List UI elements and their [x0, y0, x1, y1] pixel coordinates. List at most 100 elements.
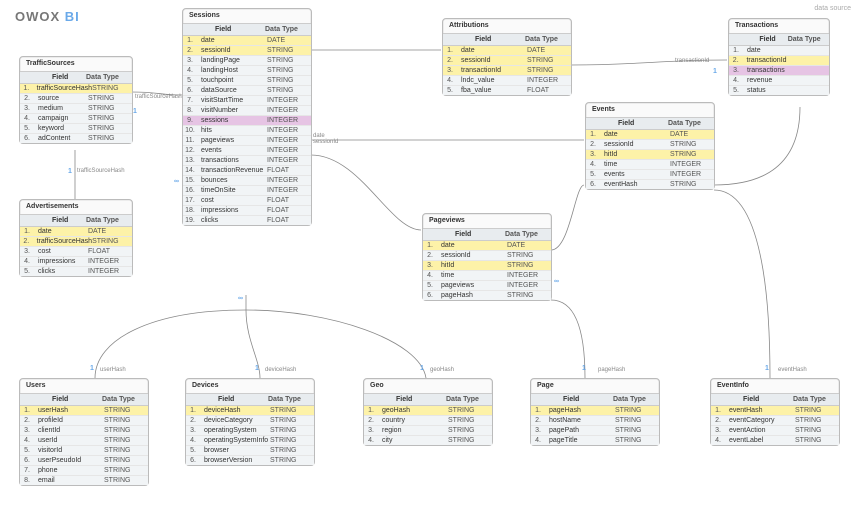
table-row[interactable]: 2.sessionIdSTRING [586, 140, 714, 150]
table-row[interactable]: 4.userIdSTRING [20, 436, 148, 446]
entity-geo[interactable]: GeoFieldData Type1.geoHashSTRING2.countr… [363, 378, 493, 446]
row-field: transactions [197, 157, 267, 164]
table-row[interactable]: 1.dateDATE [586, 130, 714, 140]
table-row[interactable]: 4.operatingSystemInfoSTRING [186, 436, 314, 446]
table-row[interactable]: 1.eventHashSTRING [711, 406, 839, 416]
table-row[interactable]: 4.eventLabelSTRING [711, 436, 839, 445]
table-row[interactable]: 11.pageviewsINTEGER [183, 136, 311, 146]
table-row[interactable]: 2.eventCategorySTRING [711, 416, 839, 426]
table-row[interactable]: 17.costFLOAT [183, 196, 311, 206]
table-row[interactable]: 5.browserSTRING [186, 446, 314, 456]
entity-transactions[interactable]: TransactionsFieldData Type1.date2.transa… [728, 18, 830, 96]
table-row[interactable]: 1.dateDATE [423, 241, 551, 251]
table-row[interactable]: 2.transactionId [729, 56, 829, 66]
entity-devices[interactable]: DevicesFieldData Type1.deviceHashSTRING2… [185, 378, 315, 466]
entity-eventinfo[interactable]: EventInfoFieldData Type1.eventHashSTRING… [710, 378, 840, 446]
table-row[interactable]: 5.visitorIdSTRING [20, 446, 148, 456]
table-row[interactable]: 1.deviceHashSTRING [186, 406, 314, 416]
table-row[interactable]: 1.userHashSTRING [20, 406, 148, 416]
table-row[interactable]: 9.sessionsINTEGER [183, 116, 311, 126]
table-row[interactable]: 7.visitStartTimeINTEGER [183, 96, 311, 106]
table-row[interactable]: 1.dateDATE [443, 46, 571, 56]
entity-trafficsources[interactable]: TrafficSourcesFieldData Type1.trafficSou… [19, 56, 133, 144]
table-row[interactable]: 6.browserVersionSTRING [186, 456, 314, 465]
table-row[interactable]: 3.clientIdSTRING [20, 426, 148, 436]
table-row[interactable]: 12.eventsINTEGER [183, 146, 311, 156]
table-row[interactable]: 19.clicksFLOAT [183, 216, 311, 225]
table-row[interactable]: 1.geoHashSTRING [364, 406, 492, 416]
table-row[interactable]: 8.emailSTRING [20, 476, 148, 485]
table-row[interactable]: 1.pageHashSTRING [531, 406, 659, 416]
row-field: trafficSourceHash [33, 238, 93, 245]
entity-sessions[interactable]: SessionsFieldData Type1.dateDATE2.sessio… [182, 8, 312, 226]
table-row[interactable]: 3.transactionIdSTRING [443, 66, 571, 76]
table-row[interactable]: 8.visitNumberINTEGER [183, 106, 311, 116]
table-row[interactable]: 2.sessionIdSTRING [183, 46, 311, 56]
table-row[interactable]: 1.dateDATE [183, 36, 311, 46]
row-field: cost [197, 197, 267, 204]
table-row[interactable]: 18.impressionsFLOAT [183, 206, 311, 216]
table-row[interactable]: 4.citySTRING [364, 436, 492, 445]
row-type: FLOAT [267, 167, 311, 174]
table-row[interactable]: 4.impressionsINTEGER [20, 257, 132, 267]
entity-pageviews[interactable]: PageviewsFieldData Type1.dateDATE2.sessi… [422, 213, 552, 301]
table-row[interactable]: 5.eventsINTEGER [586, 170, 714, 180]
table-row[interactable]: 16.timeOnSiteINTEGER [183, 186, 311, 196]
table-row[interactable]: 7.phoneSTRING [20, 466, 148, 476]
table-row[interactable]: 1.date [729, 46, 829, 56]
table-row[interactable]: 15.bouncesINTEGER [183, 176, 311, 186]
entity-events[interactable]: EventsFieldData Type1.dateDATE2.sessionI… [585, 102, 715, 190]
table-row[interactable]: 5.keywordSTRING [20, 124, 132, 134]
table-row[interactable]: 4.timeINTEGER [586, 160, 714, 170]
table-row[interactable]: 6.userPseudoIdSTRING [20, 456, 148, 466]
table-row[interactable]: 3.hitIdSTRING [423, 261, 551, 271]
entity-users[interactable]: UsersFieldData Type1.userHashSTRING2.pro… [19, 378, 149, 486]
table-row[interactable]: 2.hostNameSTRING [531, 416, 659, 426]
table-row[interactable]: 2.countrySTRING [364, 416, 492, 426]
table-row[interactable]: 6.dataSourceSTRING [183, 86, 311, 96]
table-row[interactable]: 3.mediumSTRING [20, 104, 132, 114]
entity-page[interactable]: PageFieldData Type1.pageHashSTRING2.host… [530, 378, 660, 446]
table-row[interactable]: 5.touchpointSTRING [183, 76, 311, 86]
table-row[interactable]: 5.clicksINTEGER [20, 267, 132, 276]
entity-attributions[interactable]: AttributionsFieldData Type1.dateDATE2.se… [442, 18, 572, 96]
table-row[interactable]: 10.hitsINTEGER [183, 126, 311, 136]
table-row[interactable]: 4.campaignSTRING [20, 114, 132, 124]
table-row[interactable]: 5.fba_valueFLOAT [443, 86, 571, 95]
table-row[interactable]: 4.timeINTEGER [423, 271, 551, 281]
table-row[interactable]: 3.operatingSystemSTRING [186, 426, 314, 436]
entity-advertisements[interactable]: AdvertisementsFieldData Type1.dateDATE2.… [19, 199, 133, 277]
table-row[interactable]: 2.sourceSTRING [20, 94, 132, 104]
table-row[interactable]: 5.status [729, 86, 829, 95]
table-row[interactable]: 1.trafficSourceHashSTRING [20, 84, 132, 94]
table-row[interactable]: 6.eventHashSTRING [586, 180, 714, 189]
col-datatype: Data Type [440, 394, 492, 405]
table-row[interactable]: 2.profileIdSTRING [20, 416, 148, 426]
table-row[interactable]: 3.transactions [729, 66, 829, 76]
table-row[interactable]: 3.hitIdSTRING [586, 150, 714, 160]
table-row[interactable]: 4.landingHostSTRING [183, 66, 311, 76]
row-index: 4. [729, 77, 743, 84]
table-row[interactable]: 4.lndc_valueINTEGER [443, 76, 571, 86]
table-row[interactable]: 3.pagePathSTRING [531, 426, 659, 436]
table-row[interactable]: 6.pageHashSTRING [423, 291, 551, 300]
table-row[interactable]: 2.sessionIdSTRING [423, 251, 551, 261]
table-row[interactable]: 2.trafficSourceHashSTRING [20, 237, 132, 247]
table-row[interactable]: 13.transactionsINTEGER [183, 156, 311, 166]
table-row[interactable]: 6.adContentSTRING [20, 134, 132, 143]
table-row[interactable]: 3.landingPageSTRING [183, 56, 311, 66]
row-field: trafficSourceHash [33, 85, 93, 92]
table-row[interactable]: 4.revenue [729, 76, 829, 86]
table-row[interactable]: 3.regionSTRING [364, 426, 492, 436]
table-row[interactable]: 3.eventActionSTRING [711, 426, 839, 436]
table-row[interactable]: 1.dateDATE [20, 227, 132, 237]
table-row[interactable]: 5.pageviewsINTEGER [423, 281, 551, 291]
table-row[interactable]: 4.pageTitleSTRING [531, 436, 659, 445]
table-row[interactable]: 2.sessionIdSTRING [443, 56, 571, 66]
card-1: 1 [133, 108, 137, 115]
table-row[interactable]: 2.deviceCategorySTRING [186, 416, 314, 426]
row-index: 2. [423, 252, 437, 259]
row-index: 8. [20, 477, 34, 484]
table-row[interactable]: 14.transactionRevenueFLOAT [183, 166, 311, 176]
table-row[interactable]: 3.costFLOAT [20, 247, 132, 257]
